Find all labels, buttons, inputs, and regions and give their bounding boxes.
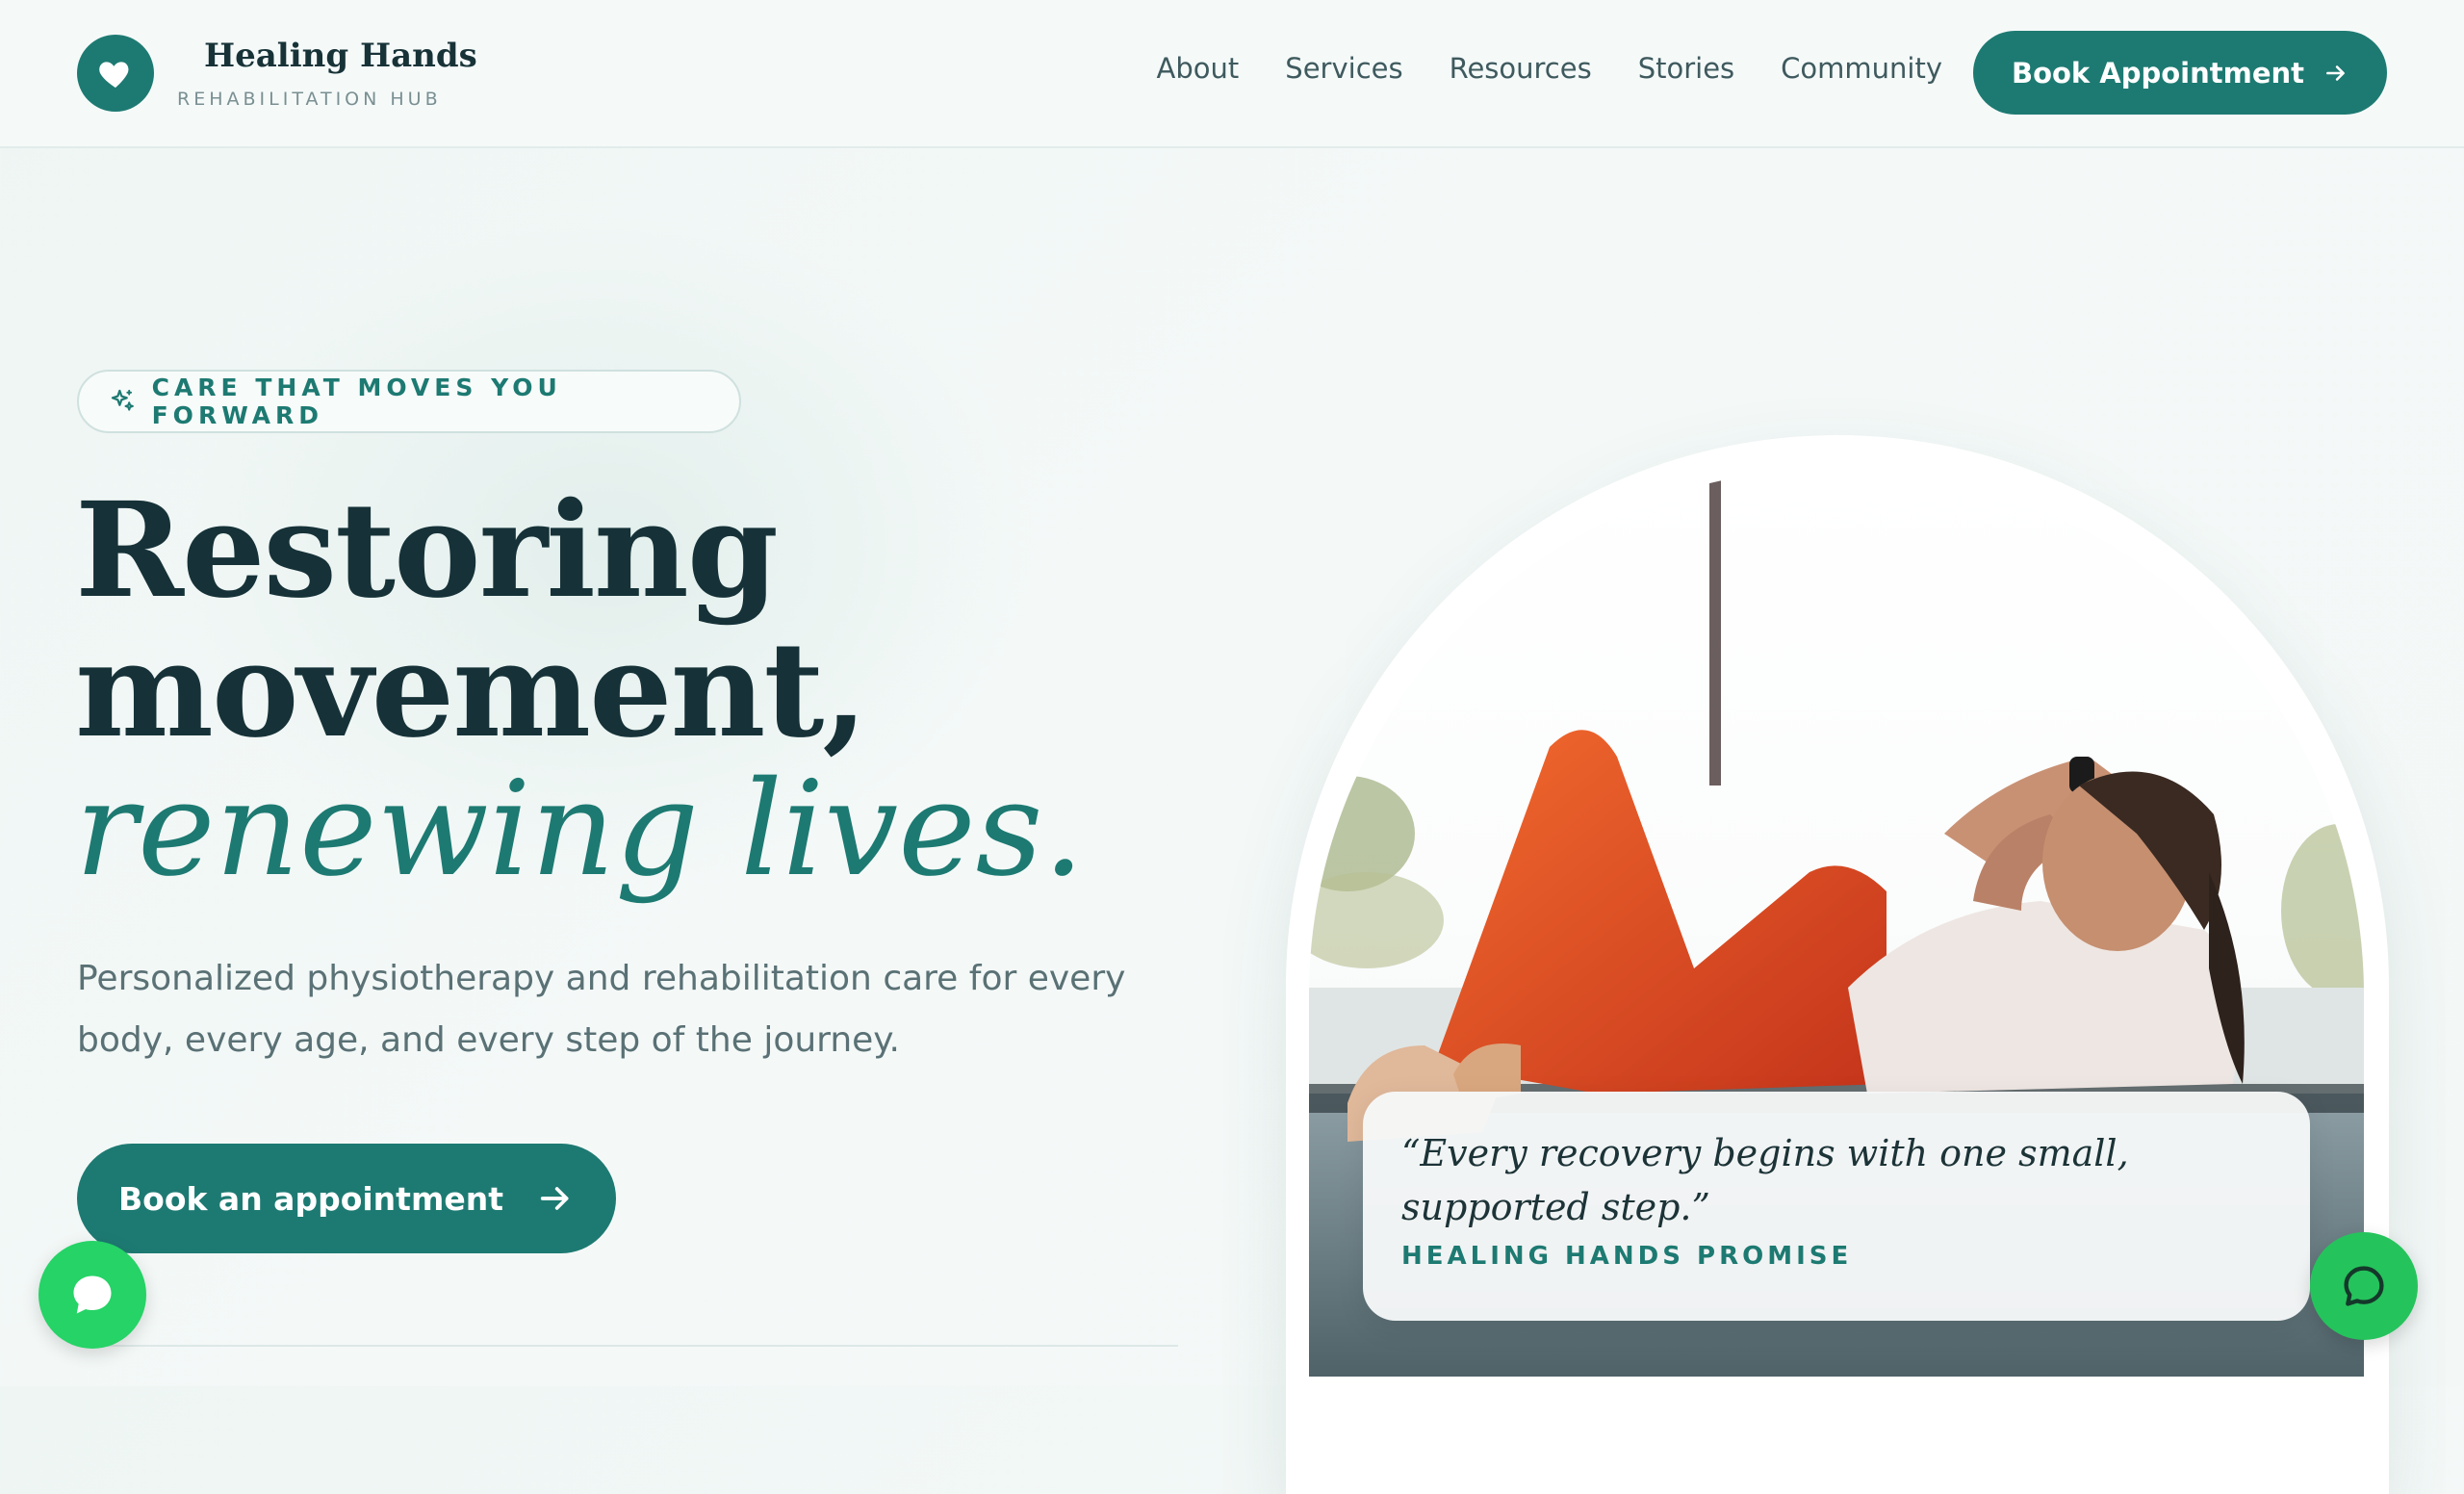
nav-item-stories[interactable]: Stories (1638, 52, 1734, 85)
chat-bubble-icon (2344, 1266, 2384, 1306)
quote-text: “Every recovery begins with one small, s… (1401, 1132, 2129, 1228)
eyebrow-pill: CARE THAT MOVES YOU FORWARD (77, 370, 741, 433)
nav-item-about[interactable]: About (1157, 52, 1240, 85)
chat-widget-button[interactable] (38, 1241, 146, 1349)
eyebrow-text: CARE THAT MOVES YOU FORWARD (151, 374, 562, 429)
heart-icon (99, 62, 129, 88)
book-appointment-label: Book Appointment (2011, 56, 2305, 90)
book-appointment-button[interactable]: Book Appointment (1973, 31, 2387, 115)
section-divider (77, 1345, 1178, 1347)
site-header: Healing Hands REHABILITATION HUB About S… (0, 0, 2464, 148)
sparkle-icon (111, 389, 134, 411)
headline-accent: renewing lives. (75, 754, 1085, 906)
hero-headline: Restoring movement, renewing lives. (75, 481, 1085, 900)
cta-label: Book an appointment (118, 1179, 503, 1218)
book-an-appointment-button[interactable]: Book an appointment (77, 1144, 616, 1253)
nav-item-resources[interactable]: Resources (1450, 52, 1592, 85)
brand-name[interactable]: Healing Hands (204, 37, 477, 75)
nav-item-community[interactable]: Community (1781, 52, 1942, 85)
logo[interactable] (77, 35, 154, 112)
arrow-right-icon (540, 1187, 569, 1210)
main-nav: About Services Resources Stories Communi… (1157, 52, 1942, 85)
headline-line-2: movement, (75, 613, 868, 767)
support-chat-button[interactable] (2310, 1232, 2418, 1340)
hero-lead: Personalized physiotherapy and rehabilit… (77, 959, 1126, 1060)
arrow-right-icon (2326, 64, 2345, 81)
quote-card: “Every recovery begins with one small, s… (1363, 1092, 2310, 1321)
headline-line-1: Restoring (75, 474, 779, 628)
brand-tagline: REHABILITATION HUB (177, 89, 442, 110)
nav-item-services[interactable]: Services (1285, 52, 1402, 85)
quote-attribution: HEALING HANDS PROMISE (1401, 1242, 1853, 1271)
chat-bubble-icon (73, 1275, 112, 1314)
